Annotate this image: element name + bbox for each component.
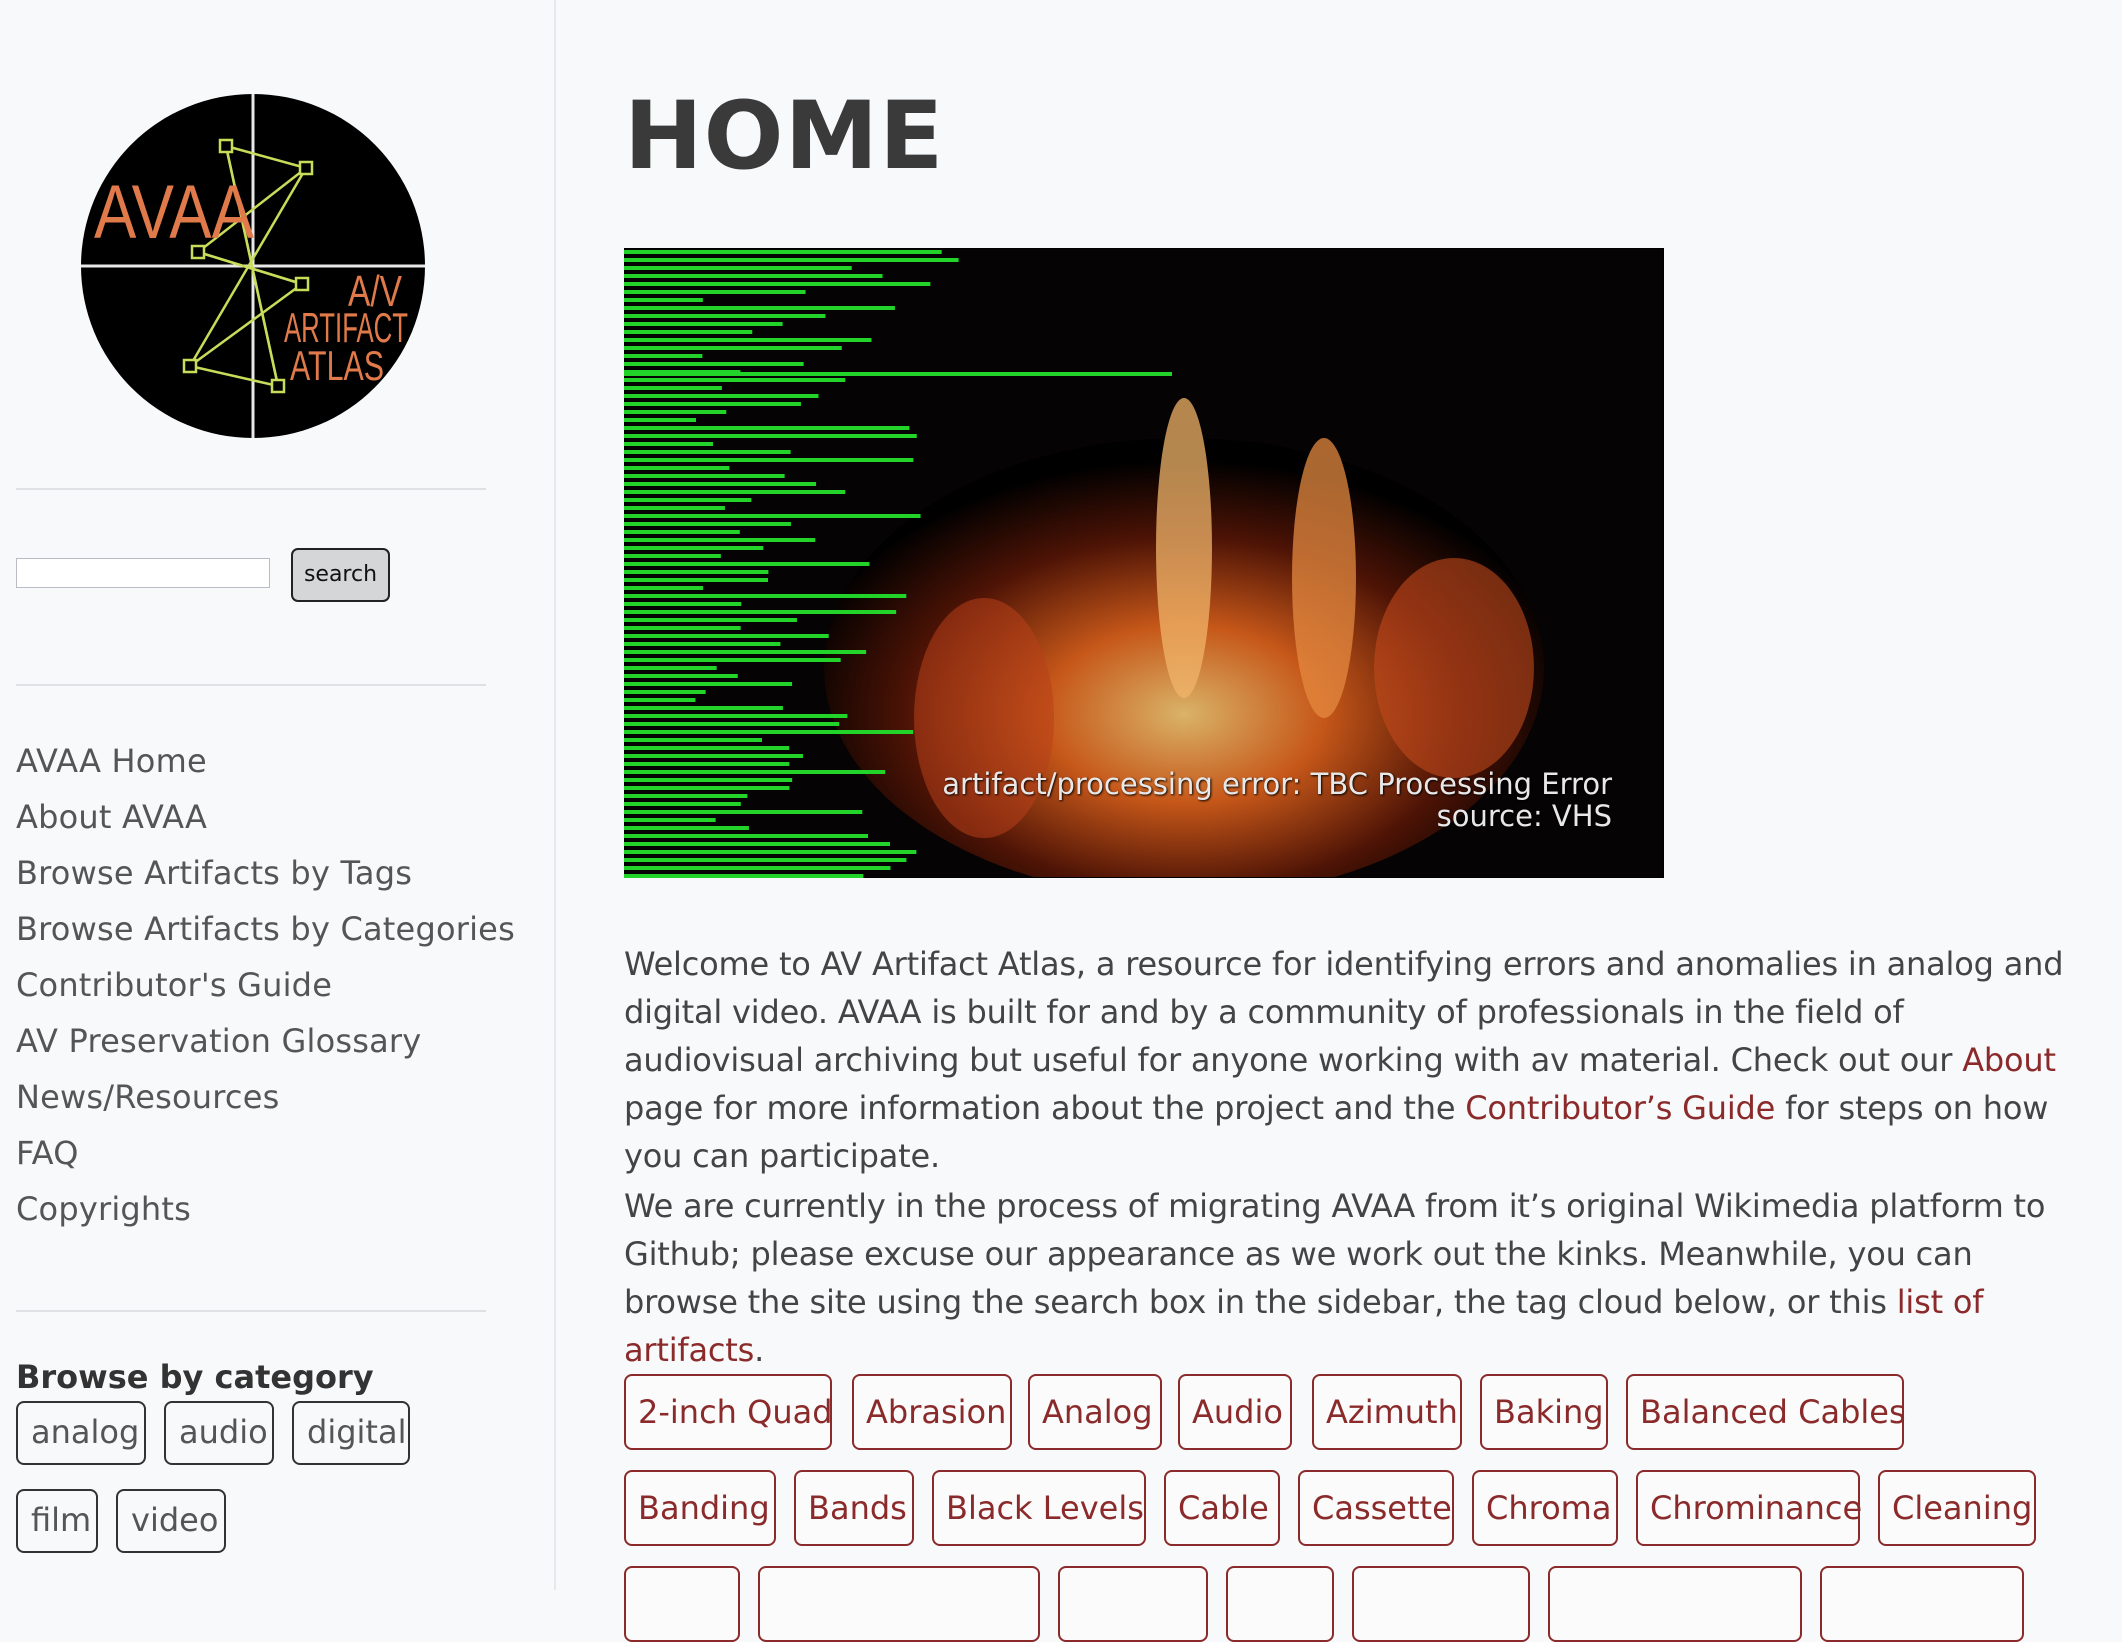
avaa-logo[interactable]: AVAA A/V ARTIFACT ATLAS	[78, 88, 428, 444]
nav-item-browse-tags[interactable]: Browse Artifacts by Tags	[16, 852, 515, 908]
tag-2-inch-quad[interactable]: 2-inch Quad	[624, 1374, 833, 1450]
nav-item-avaa-home[interactable]: AVAA Home	[16, 740, 515, 796]
migration-text-2: .	[754, 1331, 765, 1369]
divider	[16, 1310, 486, 1312]
category-tag-video[interactable]: video	[116, 1489, 226, 1553]
tag-cleaning[interactable]: Cleaning	[1878, 1470, 2036, 1546]
contributors-guide-link[interactable]: Contributor’s Guide	[1465, 1089, 1775, 1127]
divider	[16, 488, 486, 490]
category-heading: Browse by category	[16, 1358, 374, 1396]
logo-subtitle-3: ATLAS	[290, 342, 384, 389]
tag-cable[interactable]: Cable	[1164, 1470, 1280, 1546]
tag-partial[interactable]	[1820, 1566, 2024, 1642]
hero-caption: artifact/processing error: TBC Processin…	[942, 768, 1612, 832]
logo-title: AVAA	[94, 170, 254, 255]
tag-azimuth[interactable]: Azimuth	[1312, 1374, 1462, 1450]
tag-partial[interactable]	[1226, 1566, 1334, 1642]
nav-item-news-resources[interactable]: News/Resources	[16, 1076, 515, 1132]
intro-text-1: Welcome to AV Artifact Atlas, a resource…	[624, 945, 2064, 1079]
tag-banding[interactable]: Banding	[624, 1470, 776, 1546]
tag-cassette[interactable]: Cassette	[1298, 1470, 1454, 1546]
category-tag-film[interactable]: film	[16, 1489, 98, 1553]
tag-partial[interactable]	[758, 1566, 1040, 1642]
hero-caption-line-2: source: VHS	[1436, 799, 1612, 833]
migration-paragraph: We are currently in the process of migra…	[624, 1182, 2064, 1374]
tag-analog[interactable]: Analog	[1028, 1374, 1162, 1450]
category-tag-digital[interactable]: digital	[292, 1401, 410, 1465]
tag-chrominance[interactable]: Chrominance	[1636, 1470, 1862, 1546]
search-button[interactable]: search	[291, 548, 390, 602]
nav-item-about-avaa[interactable]: About AVAA	[16, 796, 515, 852]
tag-chroma[interactable]: Chroma	[1472, 1470, 1618, 1546]
nav-item-contributors-guide[interactable]: Contributor's Guide	[16, 964, 515, 1020]
nav-item-browse-categories[interactable]: Browse Artifacts by Categories	[16, 908, 515, 964]
tag-balanced-cables[interactable]: Balanced Cables	[1626, 1374, 1906, 1450]
hero-caption-line-1: artifact/processing error: TBC Processin…	[942, 767, 1612, 801]
tag-abrasion[interactable]: Abrasion	[852, 1374, 1012, 1450]
tag-audio[interactable]: Audio	[1178, 1374, 1292, 1450]
tag-partial[interactable]	[624, 1566, 740, 1642]
tag-bands[interactable]: Bands	[794, 1470, 914, 1546]
page-title: HOME	[624, 82, 945, 191]
hero-image: artifact/processing error: TBC Processin…	[624, 248, 1664, 878]
about-link[interactable]: About	[1962, 1041, 2056, 1079]
search-input[interactable]	[16, 558, 270, 588]
intro-paragraph: Welcome to AV Artifact Atlas, a resource…	[624, 940, 2064, 1180]
tag-black-levels[interactable]: Black Levels	[932, 1470, 1146, 1546]
sidebar-nav: AVAA Home About AVAA Browse Artifacts by…	[16, 740, 515, 1244]
sidebar: AVAA A/V ARTIFACT ATLAS search AVAA Home…	[0, 0, 556, 1590]
migration-text-1: We are currently in the process of migra…	[624, 1187, 2046, 1321]
nav-item-faq[interactable]: FAQ	[16, 1132, 515, 1188]
tag-baking[interactable]: Baking	[1480, 1374, 1608, 1450]
category-tag-audio[interactable]: audio	[164, 1401, 274, 1465]
tag-partial[interactable]	[1548, 1566, 1802, 1642]
divider	[16, 684, 486, 686]
nav-item-glossary[interactable]: AV Preservation Glossary	[16, 1020, 515, 1076]
nav-item-copyrights[interactable]: Copyrights	[16, 1188, 515, 1244]
tag-partial[interactable]	[1352, 1566, 1530, 1642]
category-tag-analog[interactable]: analog	[16, 1401, 146, 1465]
tag-partial[interactable]	[1058, 1566, 1208, 1642]
intro-text-2: page for more information about the proj…	[624, 1089, 1466, 1127]
